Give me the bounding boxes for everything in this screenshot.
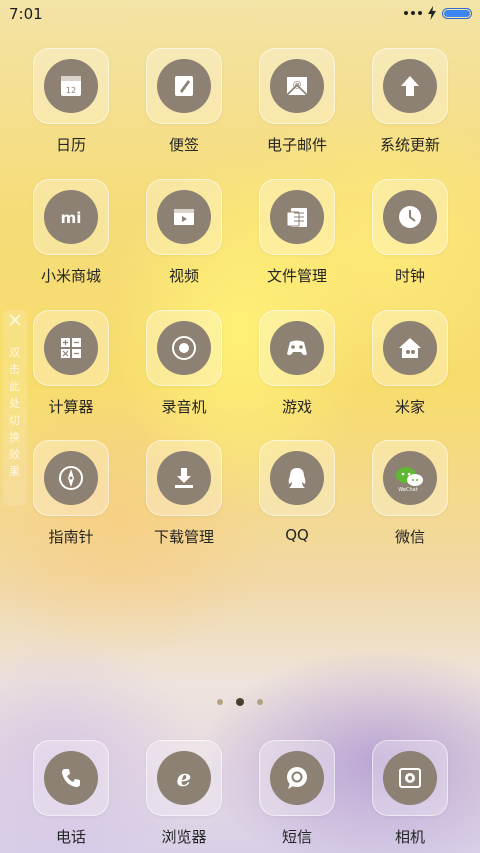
app-label: 文件管理 (266, 267, 327, 285)
status-time: 7:01 (9, 5, 43, 23)
mi-home-icon (383, 321, 437, 375)
app-label: 电子邮件 (266, 136, 327, 154)
app-game[interactable]: 游戏 (247, 310, 347, 417)
app-tile[interactable] (259, 179, 335, 255)
app-tile[interactable]: @ (259, 48, 335, 124)
app-tile[interactable] (372, 48, 448, 124)
page-dot[interactable] (217, 699, 223, 705)
app-label: 视频 (168, 267, 199, 285)
app-tile[interactable] (33, 310, 109, 386)
battery-icon (442, 7, 472, 19)
app-label: 录音机 (161, 398, 207, 416)
mi-store-icon: mi (44, 190, 98, 244)
app-label: 游戏 (281, 398, 312, 416)
charging-bolt-icon (428, 6, 436, 20)
qq-icon (270, 451, 324, 505)
app-label: 相机 (394, 828, 425, 846)
clock-icon (383, 190, 437, 244)
compass-icon (44, 451, 98, 505)
close-icon[interactable] (8, 313, 22, 327)
calculator-icon (44, 321, 98, 375)
download-icon (157, 451, 211, 505)
wechat-icon: WeChat (383, 451, 437, 505)
more-dots-icon (404, 11, 422, 15)
app-system-update[interactable]: 系统更新 (360, 48, 460, 155)
game-icon (270, 321, 324, 375)
app-label: 便签 (168, 136, 199, 154)
app-tile[interactable]: mi (33, 179, 109, 255)
app-sms[interactable]: 短信 (247, 740, 347, 847)
app-mi-home[interactable]: 米家 (360, 310, 460, 417)
app-file-manager[interactable]: 文件管理 (247, 179, 347, 286)
app-tile[interactable] (146, 48, 222, 124)
app-label: 米家 (394, 398, 425, 416)
page-indicator (0, 698, 480, 706)
app-download[interactable]: 下载管理 (134, 440, 234, 547)
app-compass[interactable]: 指南针 (21, 440, 121, 547)
app-label: 下载管理 (153, 528, 214, 546)
app-label: 计算器 (48, 398, 94, 416)
app-tile[interactable]: WeChat (372, 440, 448, 516)
calendar-icon: 12 (44, 59, 98, 113)
status-icons (404, 6, 472, 20)
notes-icon (157, 59, 211, 113)
app-tile[interactable] (33, 440, 109, 516)
app-browser[interactable]: e 浏览器 (134, 740, 234, 847)
recorder-icon (157, 321, 211, 375)
app-recorder[interactable]: 录音机 (134, 310, 234, 417)
app-video[interactable]: 视频 (134, 179, 234, 286)
app-notes[interactable]: 便签 (134, 48, 234, 155)
app-label: 指南针 (48, 528, 94, 546)
app-tile[interactable]: e (146, 740, 222, 816)
app-clock[interactable]: 时钟 (360, 179, 460, 286)
app-tile[interactable]: 12 (33, 48, 109, 124)
app-calendar[interactable]: 12 日历 (21, 48, 121, 155)
app-tile[interactable] (33, 740, 109, 816)
phone-icon (44, 751, 98, 805)
app-tile[interactable] (259, 310, 335, 386)
app-label: 微信 (394, 528, 425, 546)
app-wechat[interactable]: WeChat 微信 (360, 440, 460, 547)
svg-text:WeChat: WeChat (398, 487, 417, 493)
switch-effect-text: 双击此处切换效果 (9, 346, 20, 478)
app-label: 小米商城 (40, 267, 101, 285)
svg-text:12: 12 (66, 86, 76, 95)
app-label: 电话 (55, 828, 86, 846)
app-label: 系统更新 (379, 136, 440, 154)
page-dot[interactable] (236, 698, 244, 706)
app-label: 短信 (281, 828, 312, 846)
sms-icon (270, 751, 324, 805)
app-tile[interactable] (259, 440, 335, 516)
app-phone[interactable]: 电话 (21, 740, 121, 847)
svg-text:@: @ (293, 80, 302, 90)
page-dot[interactable] (257, 699, 263, 705)
app-tile[interactable] (372, 740, 448, 816)
camera-icon (383, 751, 437, 805)
app-label: QQ (285, 526, 309, 544)
app-email[interactable]: @ 电子邮件 (247, 48, 347, 155)
app-tile[interactable] (146, 310, 222, 386)
system-update-icon (383, 59, 437, 113)
file-manager-icon (270, 190, 324, 244)
app-mi-store[interactable]: mi 小米商城 (21, 179, 121, 286)
app-label: 浏览器 (161, 828, 207, 846)
app-label: 日历 (55, 136, 86, 154)
app-tile[interactable] (146, 179, 222, 255)
app-tile[interactable] (259, 740, 335, 816)
app-tile[interactable] (372, 310, 448, 386)
app-tile[interactable] (372, 179, 448, 255)
app-calculator[interactable]: 计算器 (21, 310, 121, 417)
status-bar: 7:01 (0, 0, 480, 28)
app-label: 时钟 (394, 267, 425, 285)
app-tile[interactable] (146, 440, 222, 516)
svg-text:mi: mi (61, 209, 82, 227)
app-camera[interactable]: 相机 (360, 740, 460, 847)
video-icon (157, 190, 211, 244)
email-icon: @ (270, 59, 324, 113)
svg-text:e: e (177, 765, 192, 792)
app-qq[interactable]: QQ (247, 440, 347, 544)
browser-icon: e (157, 751, 211, 805)
